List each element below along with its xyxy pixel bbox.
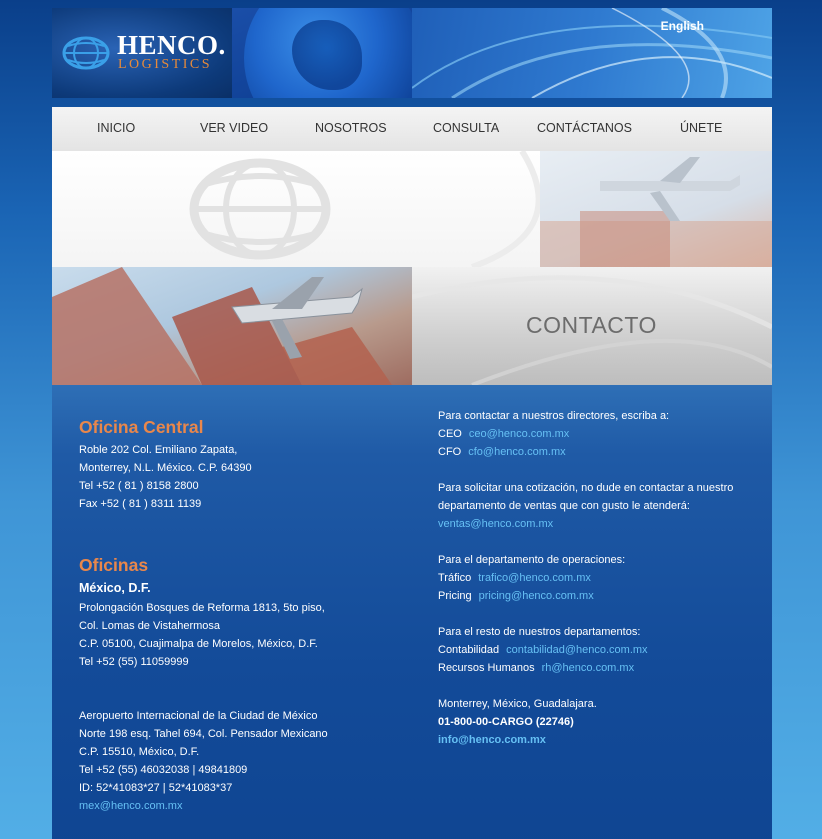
df-phone: Tel +52 (55) 11059999 — [79, 656, 189, 668]
banner-plane-image-top — [540, 151, 772, 267]
nav-item-consulta[interactable]: CONSULTA — [433, 121, 499, 135]
df-address-line: Prolongación Bosques de Reforma 1813, 5t… — [79, 602, 325, 614]
airport-address-line: Norte 198 esq. Tahel 694, Col. Pensador … — [79, 728, 328, 740]
logo[interactable]: HENCO. LOGISTICS — [52, 8, 232, 98]
nav-item-unete[interactable]: ÚNETE — [680, 121, 722, 135]
ceo-email-link[interactable]: ceo@henco.com.mx — [469, 428, 569, 440]
directors-intro: Para contactar a nuestros directores, es… — [438, 410, 670, 422]
pricing-email-link[interactable]: pricing@henco.com.mx — [479, 590, 594, 602]
traffic-email-link[interactable]: trafico@henco.com.mx — [478, 572, 591, 584]
header-globe-image — [232, 8, 412, 98]
offices-column: Oficina Central Roble 202 Col. Emiliano … — [79, 415, 409, 815]
airport-phone: Tel +52 (55) 46032038 | 49841809 — [79, 764, 248, 776]
central-fax: Fax +52 ( 81 ) 8311 1139 — [79, 498, 202, 510]
accounting-label: Contabilidad — [438, 644, 500, 656]
airport-address-line: C.P. 15510, México, D.F. — [79, 746, 200, 758]
airport-address-line: Aeropuerto Internacional de la Ciudad de… — [79, 710, 318, 722]
offices-heading: Oficinas — [79, 555, 149, 575]
globe-watermark-icon — [189, 151, 542, 270]
info-email-link[interactable]: info@henco.com.mx — [438, 731, 758, 749]
central-office-heading: Oficina Central — [79, 417, 204, 437]
accounting-email-link[interactable]: contabilidad@henco.com.mx — [506, 644, 647, 656]
hr-email-link[interactable]: rh@henco.com.mx — [542, 662, 634, 674]
hr-label: Recursos Humanos — [438, 662, 535, 674]
language-english-link[interactable]: English — [661, 19, 704, 33]
quote-intro: Para solicitar una cotización, no dude e… — [438, 482, 734, 494]
nav-item-contactanos[interactable]: CONTÁCTANOS — [537, 121, 632, 135]
traffic-label: Tráfico — [438, 572, 472, 584]
sales-email-link[interactable]: ventas@henco.com.mx — [438, 515, 758, 533]
contact-banner: CONTACTO — [52, 151, 772, 385]
central-address-line: Roble 202 Col. Emiliano Zapata, — [79, 444, 238, 456]
airplane-icon — [540, 157, 772, 267]
df-address-line: C.P. 05100, Cuajimalpa de Morelos, Méxic… — [79, 638, 318, 650]
banner-globe-watermark — [52, 151, 542, 270]
page-title: CONTACTO — [526, 312, 657, 338]
toll-free-phone: 01-800-00-CARGO (22746) — [438, 716, 574, 728]
df-address-line: Col. Lomas de Vistahermosa — [79, 620, 221, 632]
brand-subtitle: LOGISTICS — [118, 57, 213, 72]
cities-text: Monterrey, México, Guadalajara. — [438, 698, 597, 710]
cfo-label: CFO — [438, 446, 462, 458]
site-header: HENCO. LOGISTICS English — [52, 8, 772, 98]
globe-logo-icon — [62, 36, 110, 70]
cfo-email-link[interactable]: cfo@henco.com.mx — [468, 446, 565, 458]
quote-intro: departamento de ventas que con gusto le … — [438, 500, 690, 512]
nav-item-ver-video[interactable]: VER VIDEO — [200, 121, 268, 135]
airport-id: ID: 52*41083*27 | 52*41083*37 — [79, 782, 233, 794]
page-container: HENCO. LOGISTICS English INICIO VER VIDE… — [52, 8, 772, 839]
main-nav: INICIO VER VIDEO NOSOTROS CONSULTA CONTÁ… — [52, 107, 772, 151]
ceo-label: CEO — [438, 428, 462, 440]
departments-intro: Para el resto de nuestros departamentos: — [438, 626, 641, 638]
contact-content: Oficina Central Roble 202 Col. Emiliano … — [52, 385, 772, 839]
nav-item-inicio[interactable]: INICIO — [97, 121, 135, 135]
airplane-containers-icon — [52, 267, 392, 385]
df-office-heading: México, D.F. — [79, 581, 151, 595]
nav-item-nosotros[interactable]: NOSOTROS — [315, 121, 387, 135]
operations-intro: Para el departamento de operaciones: — [438, 554, 626, 566]
airport-email-link[interactable]: mex@henco.com.mx — [79, 797, 409, 815]
pricing-label: Pricing — [438, 590, 472, 602]
banner-containers-image — [52, 267, 412, 385]
swoosh-lines — [412, 8, 772, 98]
central-phone: Tel +52 ( 81 ) 8158 2800 — [79, 480, 199, 492]
contacts-column: Para contactar a nuestros directores, es… — [438, 407, 758, 749]
central-address-line: Monterrey, N.L. México. C.P. 64390 — [79, 462, 252, 474]
header-swoosh-image — [412, 8, 772, 98]
